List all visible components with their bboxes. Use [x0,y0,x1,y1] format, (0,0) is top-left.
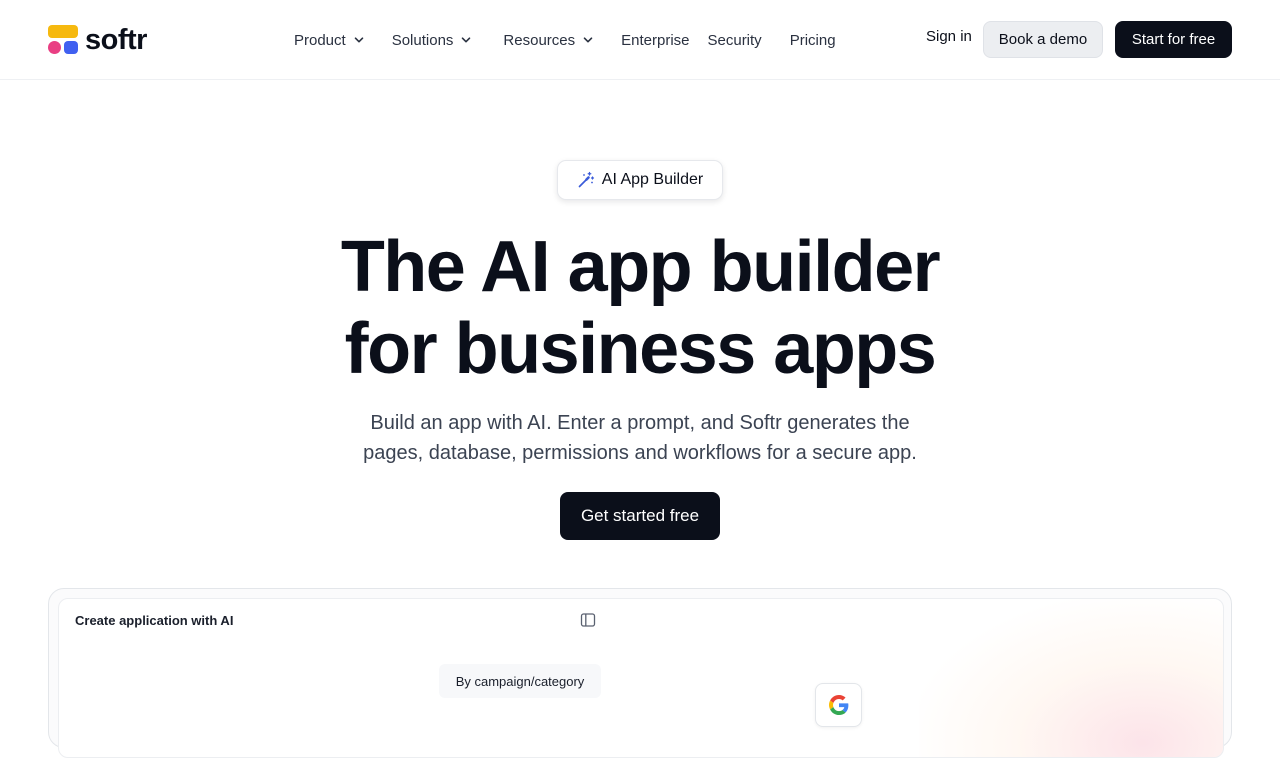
sign-in-link[interactable]: Sign in [926,28,972,45]
headline-line-1: The AI app builder [340,227,941,307]
nav-pricing[interactable]: Pricing [790,32,836,49]
hero-subtitle: Build an app with AI. Enter a prompt, an… [300,408,980,468]
chevron-down-icon [462,37,471,43]
nav-solutions-label: Solutions [391,31,454,49]
softr-logo[interactable]: softr [48,24,147,56]
brand-name: softr [85,24,147,56]
nav-enterprise-label: Enterprise [621,31,690,49]
start-for-free-button[interactable]: Start for free [1115,21,1232,58]
get-started-free-button[interactable]: Get started free [560,492,720,540]
site-header: softr Product Solutions Resources Enterp… [0,0,1280,80]
main-nav: Product Solutions Resources Enterprise S… [294,28,836,52]
subtitle-line-1: Build an app with AI. Enter a prompt, an… [370,412,910,434]
headline-line-2: for business apps [344,309,937,389]
prompt-chip[interactable]: By campaign/category [439,664,601,698]
create-application-title: Create application with AI [75,613,234,628]
softr-logo-icon [48,25,78,55]
nav-pricing-label: Pricing [789,31,836,49]
nav-resources[interactable]: Resources [503,32,593,49]
ai-app-builder-badge: AI App Builder [557,160,723,200]
nav-solutions[interactable]: Solutions [392,32,472,49]
nav-product[interactable]: Product [294,32,364,49]
nav-security-label: Security [707,31,762,49]
chevron-down-icon [354,37,364,43]
badge-label: AI App Builder [601,171,704,188]
preview-gradient [919,599,1223,757]
app-preview-panel: Create application with AI By campaign/c… [58,598,1224,758]
book-demo-button[interactable]: Book a demo [983,21,1103,58]
google-integration-button[interactable] [815,683,862,727]
app-preview-frame: Create application with AI By campaign/c… [48,588,1232,758]
nav-security[interactable]: Security [708,32,762,49]
subtitle-line-2: pages, database, permissions and workflo… [363,442,917,464]
nav-enterprise[interactable]: Enterprise [621,32,689,49]
chevron-down-icon [583,37,593,43]
nav-resources-label: Resources [503,31,576,49]
google-icon [828,695,848,715]
magic-wand-icon [578,171,594,188]
prompt-chip-label: By campaign/category [455,673,585,689]
sidebar-toggle-icon[interactable] [579,611,597,629]
hero-headline: The AI app builder for business apps [240,226,1040,390]
nav-product-label: Product [294,31,346,49]
